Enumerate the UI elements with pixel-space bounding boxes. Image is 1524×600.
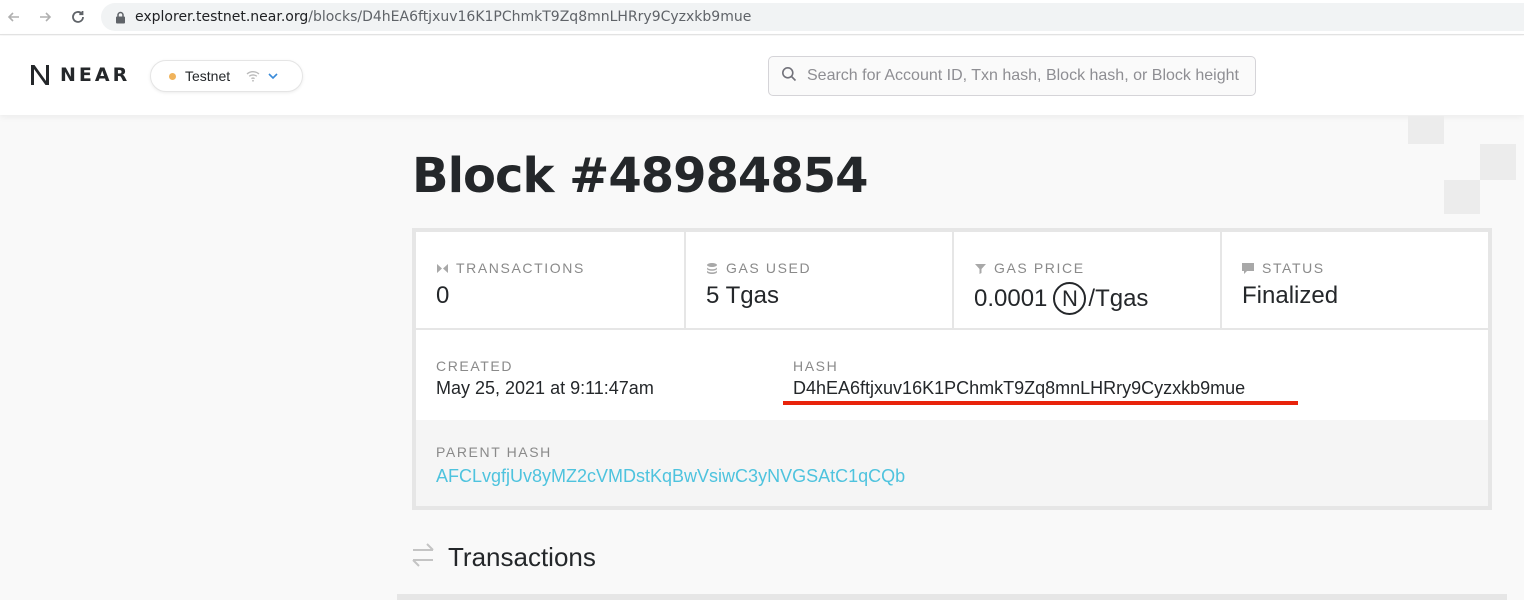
search-input[interactable] — [807, 67, 1247, 85]
stat-value: 0 — [436, 282, 450, 309]
stat-label: GAS USED — [726, 260, 812, 276]
near-logo-icon — [31, 65, 49, 85]
app-header: NEAR Testnet — [0, 36, 1524, 115]
wifi-icon — [246, 70, 260, 82]
block-details-row: CREATED May 25, 2021 at 9:11:47am HASH D… — [416, 330, 1488, 420]
near-token-icon: N — [1053, 282, 1087, 315]
stat-transactions: TRANSACTIONS 0 — [416, 232, 686, 330]
parent-hash-link[interactable]: AFCLvgfjUv8yMZ2cVMDstKqBwVsiwC3yNVGSAtC1… — [436, 466, 905, 487]
stat-label: TRANSACTIONS — [456, 260, 585, 276]
hash-highlight-underline — [783, 401, 1298, 405]
transactions-divider — [397, 594, 1507, 600]
transactions-section-header: Transactions — [410, 540, 596, 575]
browser-toolbar: explorer.testnet.near.org/blocks/D4hEA6f… — [0, 0, 1524, 35]
parent-hash-label: PARENT HASH — [436, 444, 552, 460]
reload-icon — [72, 11, 84, 23]
stat-status: STATUS Finalized — [1222, 232, 1488, 330]
gas-price-icon — [974, 262, 986, 274]
block-info-card: TRANSACTIONS 0 GAS USED 5 Tgas GAS PRICE… — [412, 228, 1492, 510]
created-label: CREATED — [436, 358, 514, 374]
background-pattern-square — [1480, 144, 1516, 180]
background-pattern-square — [1408, 116, 1444, 144]
block-stats-row: TRANSACTIONS 0 GAS USED 5 Tgas GAS PRICE… — [416, 232, 1488, 330]
hash-label: HASH — [793, 358, 839, 374]
hash-value: D4hEA6ftjxuv16K1PChmkT9Zq8mnLHRry9Cyzxkb… — [793, 378, 1246, 398]
back-button[interactable] — [2, 5, 26, 29]
parent-hash-row: PARENT HASH AFCLvgfjUv8yMZ2cVMDstKqBwVsi… — [416, 420, 1488, 506]
logo-text: NEAR — [60, 64, 131, 86]
lock-icon — [113, 10, 127, 24]
stat-value: 0.0001 N /Tgas — [974, 282, 1220, 315]
forward-arrow-icon — [40, 12, 52, 22]
stat-value: Finalized — [1242, 282, 1339, 309]
address-bar[interactable]: explorer.testnet.near.org/blocks/D4hEA6f… — [101, 3, 1524, 31]
network-label: Testnet — [185, 68, 231, 84]
status-icon — [1242, 262, 1254, 274]
network-selector[interactable]: Testnet — [150, 60, 303, 92]
search-icon — [781, 66, 797, 87]
gas-price-amount: 0.0001 — [974, 284, 1048, 312]
near-logo[interactable]: NEAR — [28, 63, 130, 87]
stat-label: STATUS — [1262, 260, 1325, 276]
url-text: explorer.testnet.near.org/blocks/D4hEA6f… — [135, 9, 751, 25]
forward-button[interactable] — [33, 5, 57, 29]
created-value: May 25, 2021 at 9:11:47am — [436, 378, 654, 398]
stat-gas-used: GAS USED 5 Tgas — [686, 232, 954, 330]
transactions-icon — [436, 262, 448, 274]
url-path: /blocks/D4hEA6ftjxuv16K1PChmkT9Zq8mnLHRr… — [308, 9, 752, 25]
back-arrow-icon — [7, 12, 19, 22]
stat-value: 5 Tgas — [706, 282, 779, 309]
chevron-down-icon — [268, 72, 278, 80]
gas-price-unit: /Tgas — [1088, 284, 1149, 312]
transactions-title: Transactions — [448, 542, 596, 572]
transfer-arrows-icon — [410, 540, 436, 575]
network-status-dot — [169, 72, 176, 80]
background-pattern-square — [1444, 180, 1480, 214]
search-box[interactable] — [768, 56, 1256, 96]
url-domain: explorer.testnet.near.org — [135, 9, 309, 25]
reload-button[interactable] — [66, 5, 90, 29]
gas-used-icon — [706, 262, 718, 274]
stat-label: GAS PRICE — [994, 260, 1085, 276]
page-title: Block #48984854 — [412, 148, 869, 204]
stat-gas-price: GAS PRICE 0.0001 N /Tgas — [954, 232, 1222, 330]
